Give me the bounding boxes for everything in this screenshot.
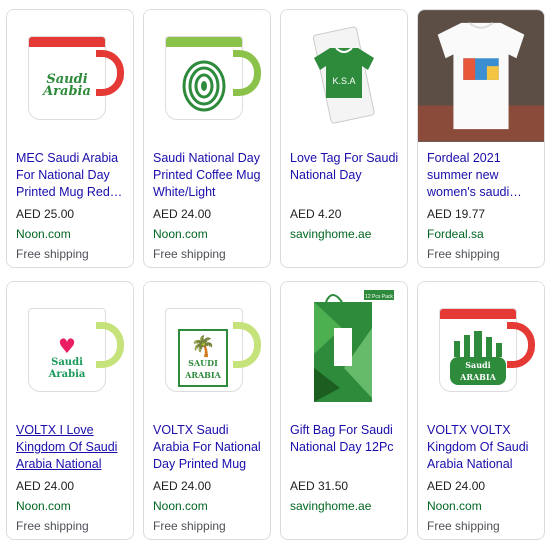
mug-handle: [96, 322, 124, 368]
product-image[interactable]: ♥ Saudi Arabia: [7, 282, 133, 414]
product-image[interactable]: [418, 10, 544, 142]
mug-body: ♥ Saudi Arabia: [28, 308, 106, 392]
product-shipping: Free shipping: [16, 519, 89, 533]
pack-label: 12 Pcs Pack: [365, 294, 393, 300]
mug-illustration: 🌴 SAUDI ARABIA: [157, 300, 261, 396]
mug-handle: [233, 322, 261, 368]
product-card[interactable]: ♥ Saudi Arabia VOLTX I Love Kingdom Of S…: [6, 281, 134, 540]
mug-handle: [96, 50, 124, 96]
mug-illustration: Saudi ARABIA: [431, 300, 535, 396]
product-title-link[interactable]: MEC Saudi Arabia For National Day Printe…: [16, 150, 127, 201]
product-shipping: Free shipping: [153, 247, 226, 261]
love-tag-illustration: K.S.A: [312, 26, 375, 124]
product-shipping: Free shipping: [16, 247, 89, 261]
product-price: AED 31.50: [290, 479, 349, 493]
product-card[interactable]: Fordeal 2021 summer new women's saudi… A…: [417, 9, 545, 268]
product-title-link[interactable]: Fordeal 2021 summer new women's saudi…: [427, 150, 538, 201]
product-image[interactable]: K.S.A: [281, 10, 407, 142]
tshirt-illustration: [418, 11, 544, 141]
mug-body: 🌴 SAUDI ARABIA: [165, 308, 243, 392]
product-price: AED 24.00: [16, 479, 75, 493]
mug-body: [165, 36, 243, 120]
product-card[interactable]: K.S.A Love Tag For Saudi National Day AE…: [280, 9, 408, 268]
product-card[interactable]: Saudi ARABIA VOLTX VOLTX Kingdom Of Saud…: [417, 281, 545, 540]
product-shipping: Free shipping: [153, 519, 226, 533]
product-merchant: Fordeal.sa: [427, 227, 484, 241]
product-image[interactable]: 🌴 SAUDI ARABIA: [144, 282, 270, 414]
product-title-link[interactable]: Saudi National Day Printed Coffee Mug Wh…: [153, 150, 264, 201]
product-price: AED 19.77: [427, 207, 486, 221]
heart-icon: ♥: [58, 334, 76, 358]
mug-body: Saudi ARABIA: [439, 308, 517, 392]
tag-text: K.S.A: [332, 76, 355, 86]
product-card[interactable]: Saudi National Day Printed Coffee Mug Wh…: [143, 9, 271, 268]
product-title-link[interactable]: Love Tag For Saudi National Day: [290, 150, 401, 184]
palm-icon: 🌴: [190, 334, 216, 358]
product-title-link[interactable]: VOLTX I Love Kingdom Of Saudi Arabia Nat…: [16, 422, 127, 473]
mug-print: Saudi ARABIA: [450, 329, 506, 387]
product-merchant: Noon.com: [427, 499, 482, 513]
mug-print: Saudi Arabia: [43, 72, 91, 99]
mug-illustration: Saudi Arabia: [20, 28, 124, 124]
skyline-icon: [454, 331, 502, 357]
mug-print: ♥ Saudi Arabia: [48, 334, 86, 380]
product-card[interactable]: 12 Pcs Pack Gift Bag For Saudi National …: [280, 281, 408, 540]
mug-rim: [440, 309, 516, 319]
product-card[interactable]: Saudi Arabia MEC Saudi Arabia For Nation…: [6, 9, 134, 268]
product-price: AED 4.20: [290, 207, 342, 221]
product-shipping: Free shipping: [427, 519, 500, 533]
product-image[interactable]: Saudi ARABIA: [418, 282, 544, 414]
product-title-link[interactable]: VOLTX VOLTX Kingdom Of Saudi Arabia Nati…: [427, 422, 538, 473]
product-merchant: Noon.com: [16, 499, 71, 513]
product-price: AED 25.00: [16, 207, 75, 221]
product-image[interactable]: [144, 10, 270, 142]
product-price: AED 24.00: [153, 207, 212, 221]
product-image[interactable]: Saudi Arabia: [7, 10, 133, 142]
fingerprint-icon: [176, 57, 232, 115]
product-shipping: Free shipping: [427, 247, 500, 261]
product-merchant: Noon.com: [153, 499, 208, 513]
product-card[interactable]: 🌴 SAUDI ARABIA VOLTX Saudi Arabia For Na…: [143, 281, 271, 540]
product-merchant: savinghome.ae: [290, 499, 372, 513]
mug-illustration: [157, 28, 261, 124]
mug-print: 🌴 SAUDI ARABIA: [178, 329, 228, 387]
product-image[interactable]: 12 Pcs Pack: [281, 282, 407, 414]
product-price: AED 24.00: [427, 479, 486, 493]
gift-bag-illustration: 12 Pcs Pack: [314, 290, 394, 402]
product-merchant: Noon.com: [16, 227, 71, 241]
mug-illustration: ♥ Saudi Arabia: [20, 300, 124, 396]
product-title-link[interactable]: VOLTX Saudi Arabia For National Day Prin…: [153, 422, 264, 473]
product-price: AED 24.00: [153, 479, 212, 493]
mug-rim: [29, 37, 105, 47]
mug-rim: [166, 37, 242, 47]
mug-handle: [507, 322, 535, 368]
product-merchant: Noon.com: [153, 227, 208, 241]
mug-body: Saudi Arabia: [28, 36, 106, 120]
mug-handle: [233, 50, 261, 96]
product-title-link[interactable]: Gift Bag For Saudi National Day 12Pc: [290, 422, 401, 456]
product-merchant: savinghome.ae: [290, 227, 372, 241]
